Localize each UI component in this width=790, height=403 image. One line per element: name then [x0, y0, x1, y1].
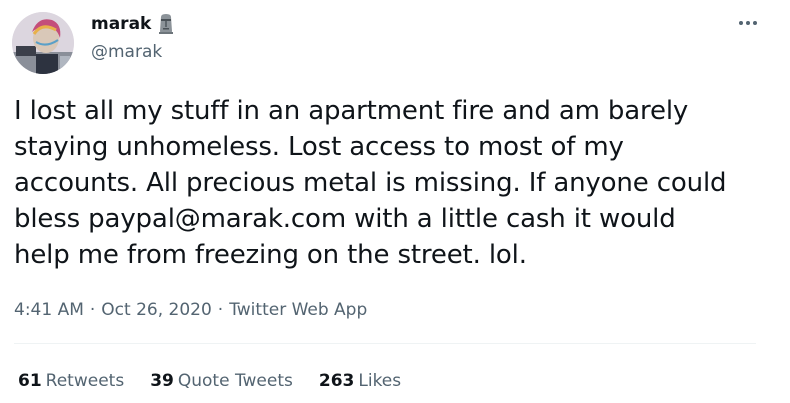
- divider: [14, 343, 756, 344]
- tweet-metadata: 4:41 AM · Oct 26, 2020 · Twitter Web App: [14, 298, 367, 322]
- more-dot: [746, 21, 750, 25]
- moai-icon: [157, 14, 175, 34]
- quote-tweets-count: 39: [150, 371, 174, 391]
- tweet-card: marak @marak I lost all my stuff in an a…: [0, 0, 790, 403]
- avatar[interactable]: [12, 12, 74, 74]
- avatar-photo-icon: [12, 12, 74, 74]
- meta-separator: ·: [217, 300, 224, 320]
- tweet-text: I lost all my stuff in an apartment fire…: [14, 96, 727, 270]
- quote-tweets-label: Quote Tweets: [177, 371, 293, 391]
- likes-stat[interactable]: 263 Likes: [319, 369, 401, 393]
- retweets-stat[interactable]: 61 Retweets: [18, 369, 124, 393]
- more-dot: [753, 21, 757, 25]
- likes-count: 263: [318, 371, 355, 391]
- more-options-button[interactable]: [734, 12, 762, 34]
- retweets-label: Retweets: [45, 371, 125, 391]
- likes-label: Likes: [358, 371, 402, 391]
- meta-separator: ·: [89, 300, 96, 320]
- author-name-row[interactable]: marak: [91, 12, 175, 36]
- tweet-stats: 61 Retweets 39 Quote Tweets 263 Likes: [18, 369, 401, 393]
- display-name[interactable]: marak: [91, 12, 151, 36]
- retweets-count: 61: [18, 371, 42, 391]
- quote-tweets-stat[interactable]: 39 Quote Tweets: [150, 369, 293, 393]
- more-dot: [739, 21, 743, 25]
- tweet-source-link[interactable]: Twitter Web App: [229, 298, 367, 322]
- author-handle[interactable]: @marak: [91, 41, 162, 63]
- tweet-date-link[interactable]: Oct 26, 2020: [101, 298, 212, 322]
- tweet-time-link[interactable]: 4:41 AM: [14, 298, 84, 322]
